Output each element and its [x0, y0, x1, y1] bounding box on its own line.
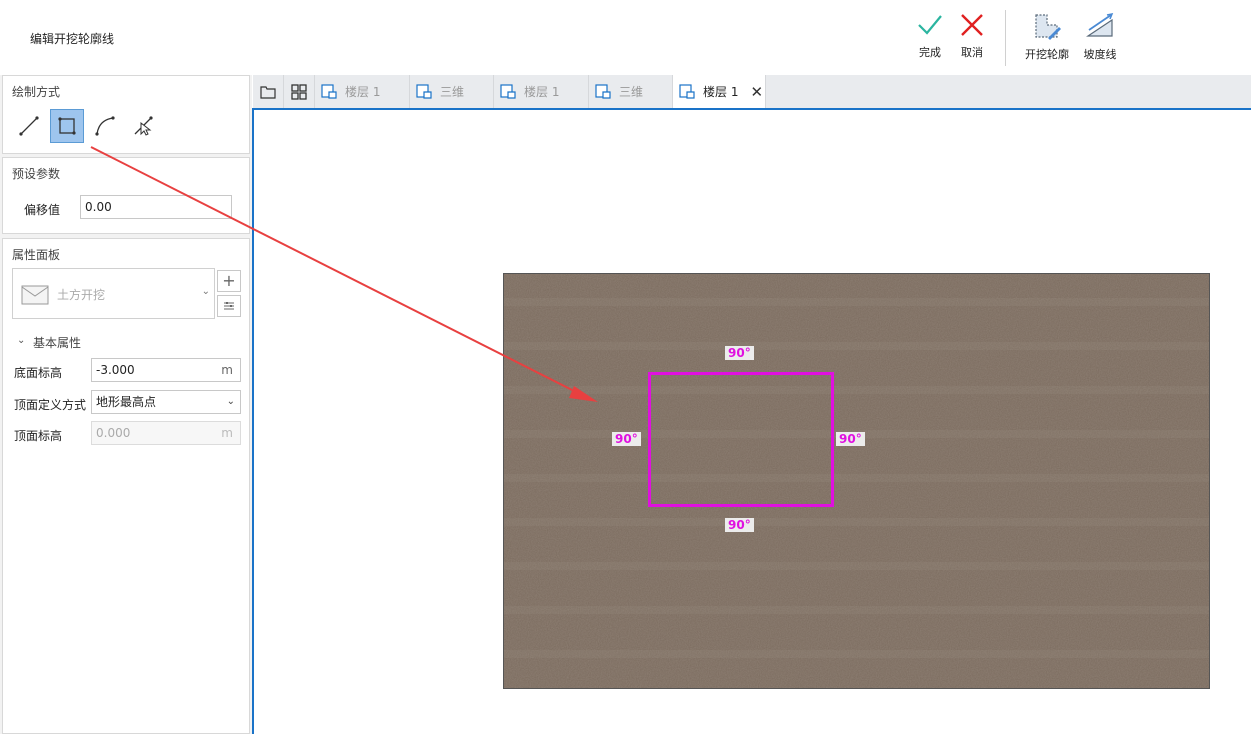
excavation-outline-button[interactable]: 开挖轮廓: [1025, 12, 1069, 68]
finish-label: 完成: [919, 46, 941, 59]
preset-title: 预设参数: [12, 167, 61, 181]
finish-button[interactable]: 完成: [908, 12, 952, 68]
view-icon: [500, 84, 516, 99]
offset-input[interactable]: 0.00: [80, 195, 232, 219]
pick-tool-button[interactable]: [126, 109, 160, 143]
view-icon: [321, 84, 337, 99]
draw-mode-section: 绘制方式: [2, 75, 250, 154]
arc-tool-icon: [95, 116, 115, 136]
top-def-select[interactable]: 地形最高点 ⌄: [91, 390, 241, 414]
slope-line-icon: [1086, 12, 1114, 37]
tab-3d-a[interactable]: 三维: [410, 75, 494, 108]
folder-button[interactable]: [253, 75, 284, 108]
type-settings-button[interactable]: [217, 295, 241, 317]
bottom-elev-unit: m: [221, 363, 233, 377]
type-selector[interactable]: 土方开挖 ⌄: [12, 268, 215, 319]
preset-params-section: 预设参数 偏移值 0.00: [2, 157, 250, 234]
angle-label-left: 90°: [612, 432, 641, 446]
line-tool-icon: [19, 116, 39, 136]
properties-title: 属性面板: [12, 248, 61, 262]
toolbar-divider: [1005, 10, 1006, 66]
tab-label: 楼层 1: [703, 85, 739, 99]
rectangle-tool-button[interactable]: [50, 109, 84, 143]
draw-mode-title: 绘制方式: [12, 85, 61, 99]
excavation-rectangle[interactable]: [648, 372, 834, 507]
top-def-value: 地形最高点: [96, 395, 157, 409]
offset-value: 0.00: [85, 200, 112, 214]
grid-icon: [291, 83, 307, 100]
add-type-button[interactable]: +: [217, 270, 241, 292]
top-elev-input: 0.000 m: [91, 421, 241, 445]
close-icon: [961, 14, 983, 36]
tab-label: 三维: [440, 85, 465, 99]
collapse-chevron-icon[interactable]: ⌄: [17, 335, 25, 346]
bottom-elev-input[interactable]: -3.000 m: [91, 358, 241, 382]
bottom-elev-label: 底面标高: [14, 366, 63, 380]
cancel-label: 取消: [961, 46, 983, 59]
tab-label: 三维: [619, 85, 644, 99]
page-title: 编辑开挖轮廓线: [30, 32, 115, 46]
terrain-surface: [503, 273, 1210, 689]
settings-sliders-icon: [224, 302, 234, 310]
rectangle-tool-icon: [58, 117, 76, 135]
tab-floor-1-a[interactable]: 楼层 1: [315, 75, 410, 108]
cancel-button[interactable]: 取消: [950, 12, 994, 68]
top-def-label: 顶面定义方式: [14, 398, 87, 412]
bottom-elev-value: -3.000: [96, 363, 135, 377]
line-tool-button[interactable]: [12, 109, 46, 143]
type-name: 土方开挖: [57, 288, 106, 302]
tab-floor-1-b[interactable]: 楼层 1: [494, 75, 589, 108]
pick-tool-icon: [134, 116, 153, 136]
left-panel: 绘制方式 预设参数 偏移值 0.00 属性面板 土方开挖 ⌄ + ⌄ 基本属性 …: [0, 75, 252, 734]
close-icon[interactable]: ✕: [750, 83, 763, 101]
excavation-outline-icon: [1035, 14, 1061, 40]
angle-label-right: 90°: [836, 432, 865, 446]
top-elev-unit: m: [221, 426, 233, 440]
slope-line-label: 坡度线: [1083, 48, 1117, 61]
view-icon: [595, 84, 611, 99]
top-elev-value: 0.000: [96, 426, 131, 440]
excavation-outline-label: 开挖轮廓: [1025, 48, 1069, 61]
envelope-icon: [21, 285, 49, 305]
view-icon: [679, 84, 695, 99]
plus-icon: +: [222, 271, 236, 290]
slope-line-button[interactable]: 坡度线: [1078, 12, 1122, 68]
tab-floor-1-active[interactable]: 楼层 1 ✕: [673, 75, 766, 108]
tab-3d-b[interactable]: 三维: [589, 75, 673, 108]
tab-label: 楼层 1: [345, 85, 381, 99]
angle-label-bottom: 90°: [725, 518, 754, 532]
chevron-down-icon: ⌄: [226, 396, 235, 407]
angle-label-top: 90°: [725, 346, 754, 360]
terrain-texture: [504, 274, 1209, 688]
top-elev-label: 顶面标高: [14, 429, 63, 443]
properties-section: 属性面板 土方开挖 ⌄ + ⌄ 基本属性 底面标高 -3.000 m 顶面定义方…: [2, 238, 250, 734]
check-icon: [918, 15, 942, 35]
chevron-down-icon: ⌄: [201, 286, 210, 297]
arc-tool-button[interactable]: [88, 109, 122, 143]
view-tab-bar: 楼层 1 三维 楼层 1 三维 楼层 1 ✕: [253, 75, 1251, 108]
view-icon: [416, 84, 432, 99]
offset-label: 偏移值: [24, 203, 61, 217]
basic-props-title: 基本属性: [33, 336, 82, 350]
top-toolbar: 编辑开挖轮廓线 完成 取消 开挖轮廓 坡度线: [0, 0, 1251, 75]
folder-icon: [260, 85, 276, 99]
tile-views-button[interactable]: [284, 75, 315, 108]
tab-label: 楼层 1: [524, 85, 560, 99]
